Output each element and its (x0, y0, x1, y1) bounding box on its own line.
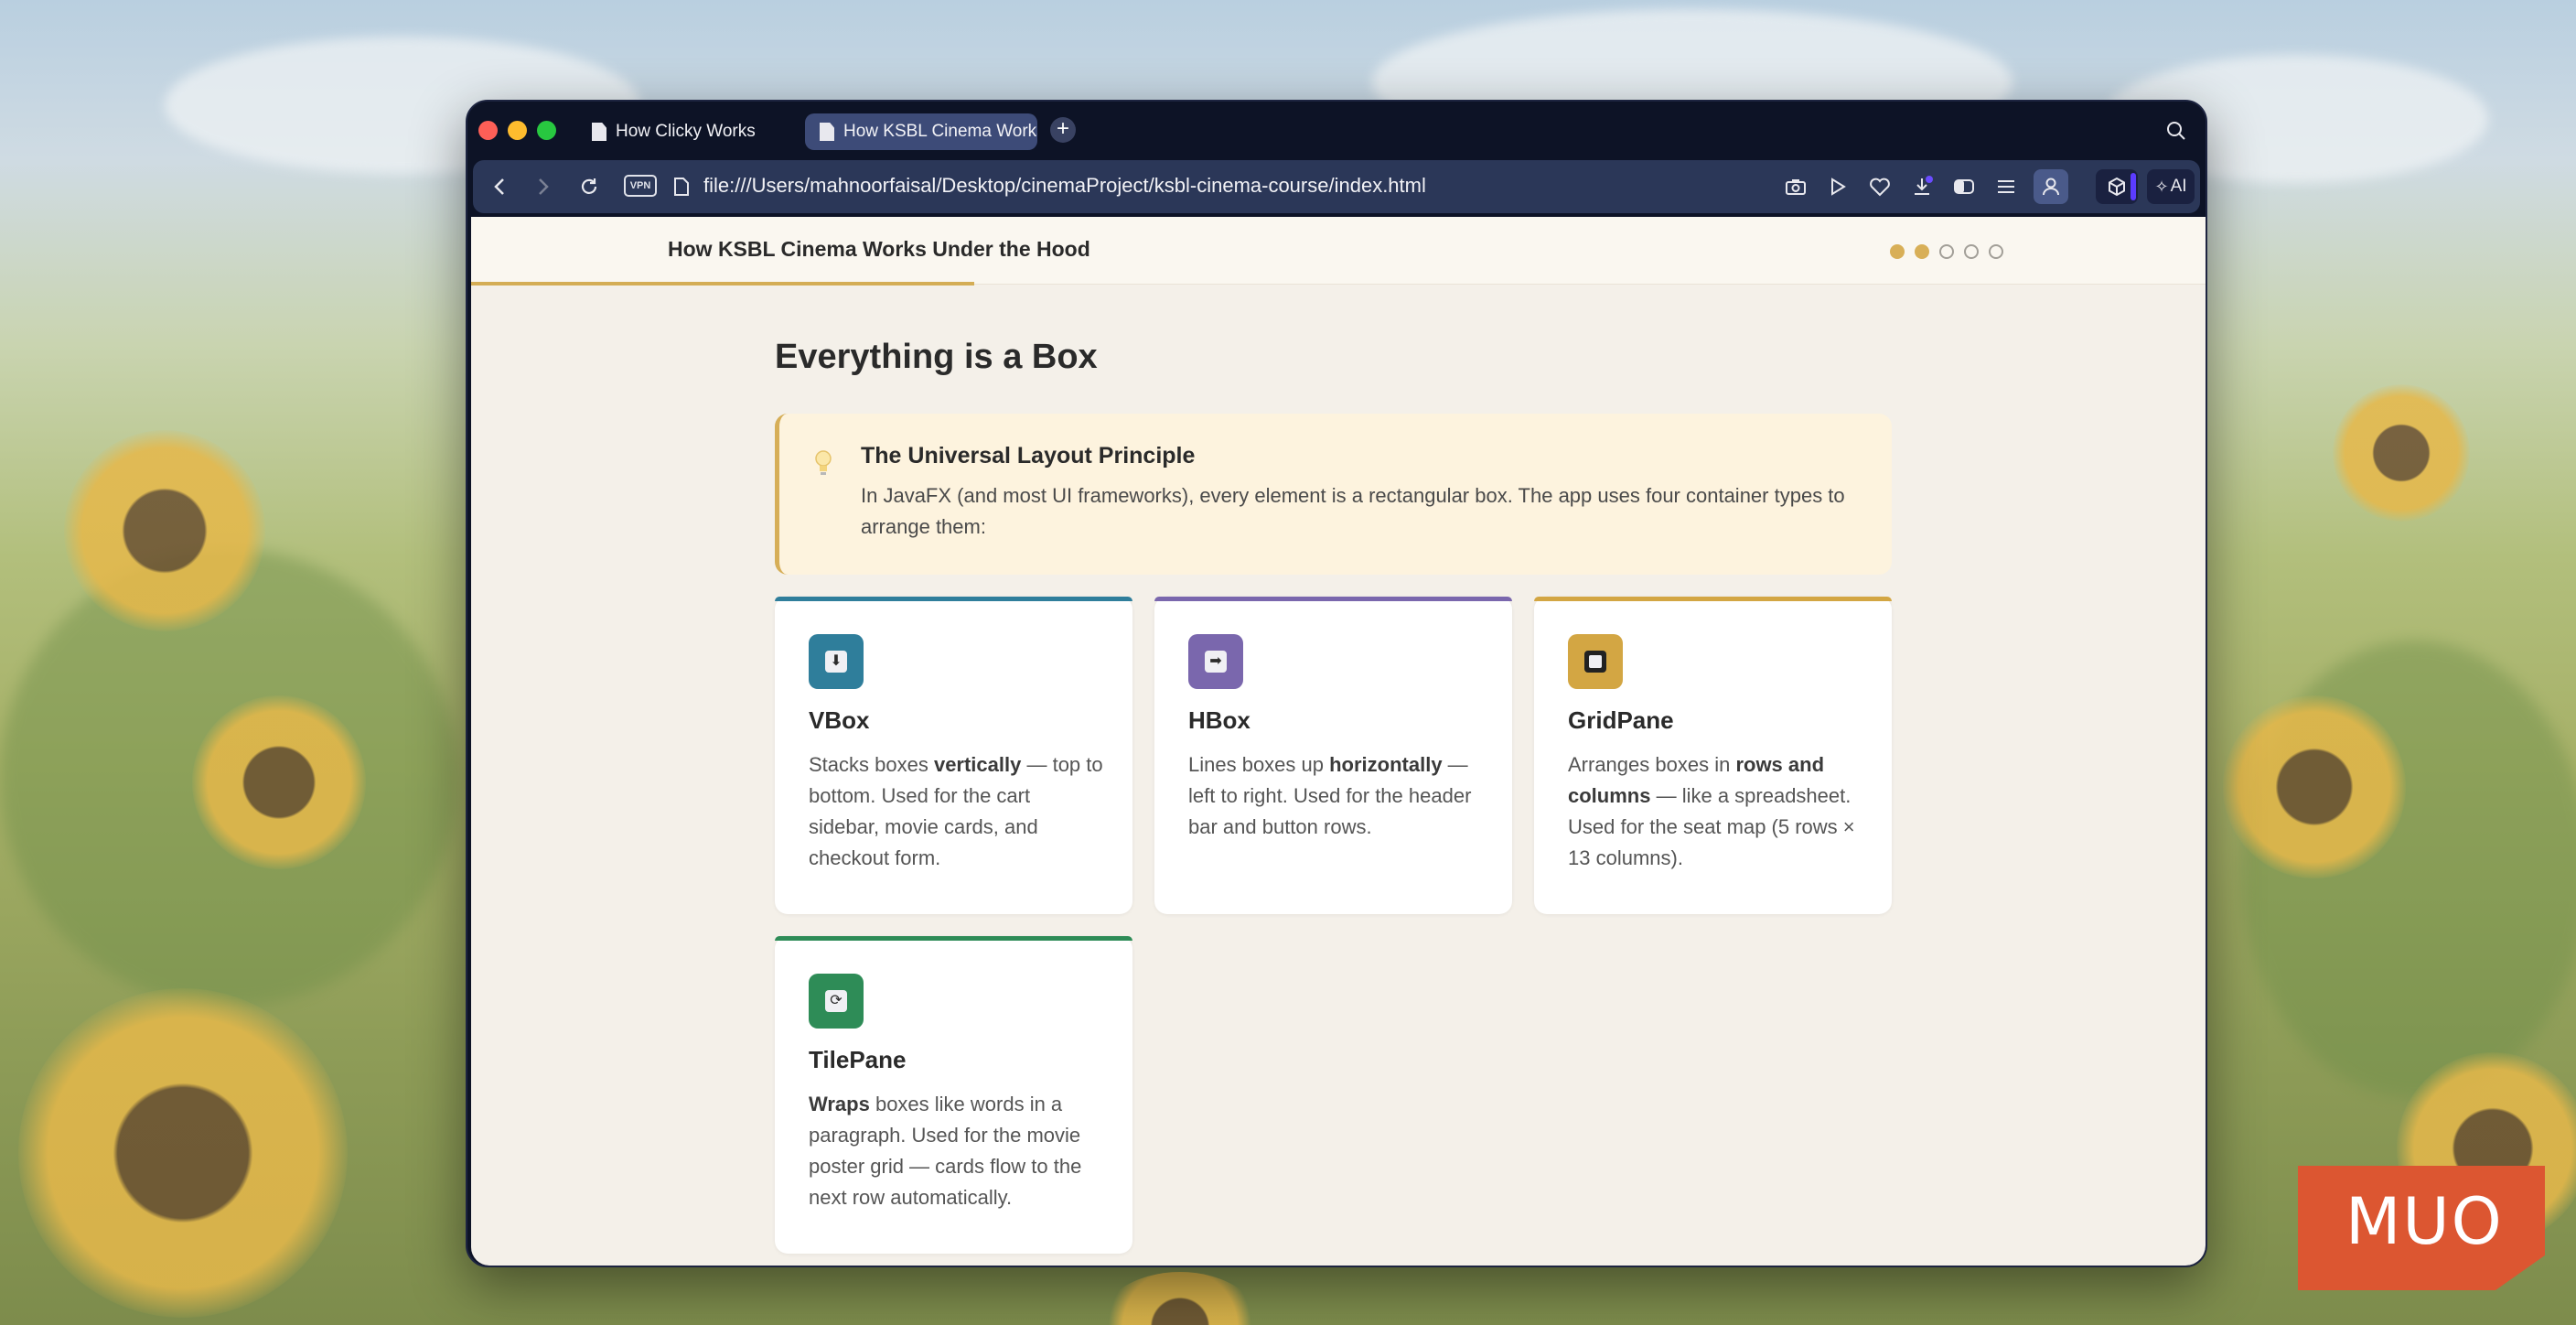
principle-callout: The Universal Layout Principle In JavaFX… (775, 414, 1892, 575)
lightbulb-icon (815, 450, 832, 475)
card-body: Stacks boxes vertically — top to bottom.… (809, 753, 1103, 869)
sparkle-icon: ✧ (2154, 177, 2169, 196)
down-arrow-icon: ⬇ (825, 651, 847, 673)
card-accent-line (775, 936, 1132, 941)
document-icon (592, 123, 606, 141)
card-accent-line (1154, 597, 1512, 601)
card-body: Arranges boxes in rows and columns — lik… (1568, 753, 1855, 869)
reload-button[interactable] (575, 173, 603, 200)
hbox-card: ➡ HBox Lines boxes up horizontally — lef… (1154, 597, 1512, 914)
tab-how-clicky-works[interactable]: How Clicky Works (577, 113, 797, 150)
progress-dot[interactable] (1890, 244, 1905, 259)
card-icon-box: ⬇ (809, 634, 864, 689)
tilepane-card: ⟳ TilePane Wraps boxes like words in a p… (775, 936, 1132, 1254)
play-icon[interactable] (1825, 174, 1851, 199)
card-icon-box: ⟳ (809, 974, 864, 1029)
card-accent-line (1534, 597, 1892, 601)
forward-button[interactable] (530, 173, 557, 200)
card-title: GridPane (1568, 706, 1674, 734)
progress-dot[interactable] (1939, 244, 1954, 259)
minimize-window-button[interactable] (508, 121, 527, 140)
square-icon (1584, 651, 1606, 673)
page-header-title: How KSBL Cinema Works Under the Hood (668, 237, 1090, 261)
new-tab-button[interactable]: + (1050, 117, 1076, 143)
tab-label: How KSBL Cinema Works (843, 122, 1037, 141)
reload-icon (581, 178, 597, 194)
ai-assistant-button[interactable]: ✧ AI (2147, 169, 2195, 204)
progress-dot[interactable] (1964, 244, 1979, 259)
page-header: How KSBL Cinema Works Under the Hood (471, 217, 2206, 285)
search-icon[interactable] (2165, 120, 2187, 142)
tab-bar: How Clicky Works How KSBL Cinema Works + (467, 102, 2206, 160)
card-body: Lines boxes up horizontally — left to ri… (1188, 753, 1472, 838)
chevron-left-icon (494, 178, 504, 195)
chevron-right-icon (539, 178, 549, 195)
reading-progress-bar (471, 282, 974, 285)
card-accent-line (775, 597, 1132, 601)
card-icon-box: ➡ (1188, 634, 1243, 689)
sidebar-toggle-icon[interactable] (1951, 174, 1977, 199)
vbox-card: ⬇ VBox Stacks boxes vertically — top to … (775, 597, 1132, 914)
tab-label: How Clicky Works (616, 122, 756, 141)
browser-window: How Clicky Works How KSBL Cinema Works +… (466, 100, 2207, 1267)
card-icon-box (1568, 634, 1623, 689)
card-body: Wraps boxes like words in a paragraph. U… (809, 1093, 1082, 1209)
page-info-icon[interactable] (671, 173, 692, 200)
cycle-icon: ⟳ (825, 990, 847, 1012)
close-window-button[interactable] (478, 121, 498, 140)
card-title: VBox (809, 706, 870, 734)
muo-watermark-logo: MUO (2298, 1166, 2545, 1290)
ai-label: AI (2170, 177, 2187, 196)
download-icon[interactable] (1909, 174, 1935, 199)
vpn-badge[interactable]: VPN (624, 175, 657, 197)
document-icon (820, 123, 834, 141)
callout-body: In JavaFX (and most UI frameworks), ever… (861, 484, 1845, 538)
progress-dot[interactable] (1989, 244, 2003, 259)
address-bar: VPN file:///Users/mahnoorfaisal/Desktop/… (473, 160, 2200, 213)
tab-how-ksbl-cinema-works[interactable]: How KSBL Cinema Works (805, 113, 1037, 150)
menu-icon[interactable] (1993, 174, 2019, 199)
camera-icon[interactable] (1783, 174, 1809, 199)
progress-dot[interactable] (1915, 244, 1929, 259)
back-button[interactable] (486, 173, 513, 200)
right-arrow-icon: ➡ (1205, 651, 1227, 673)
profile-icon[interactable] (2034, 169, 2068, 204)
accent-bar (2131, 173, 2136, 200)
callout-title: The Universal Layout Principle (861, 443, 1196, 469)
section-title: Everything is a Box (775, 338, 1098, 376)
maximize-window-button[interactable] (537, 121, 556, 140)
gridpane-card: GridPane Arranges boxes in rows and colu… (1534, 597, 1892, 914)
heart-icon[interactable] (1867, 174, 1893, 199)
card-title: TilePane (809, 1046, 907, 1073)
card-title: HBox (1188, 706, 1250, 734)
url-text[interactable]: file:///Users/mahnoorfaisal/Desktop/cine… (703, 174, 1426, 198)
page-viewport: How KSBL Cinema Works Under the Hood Eve… (471, 217, 2206, 1266)
